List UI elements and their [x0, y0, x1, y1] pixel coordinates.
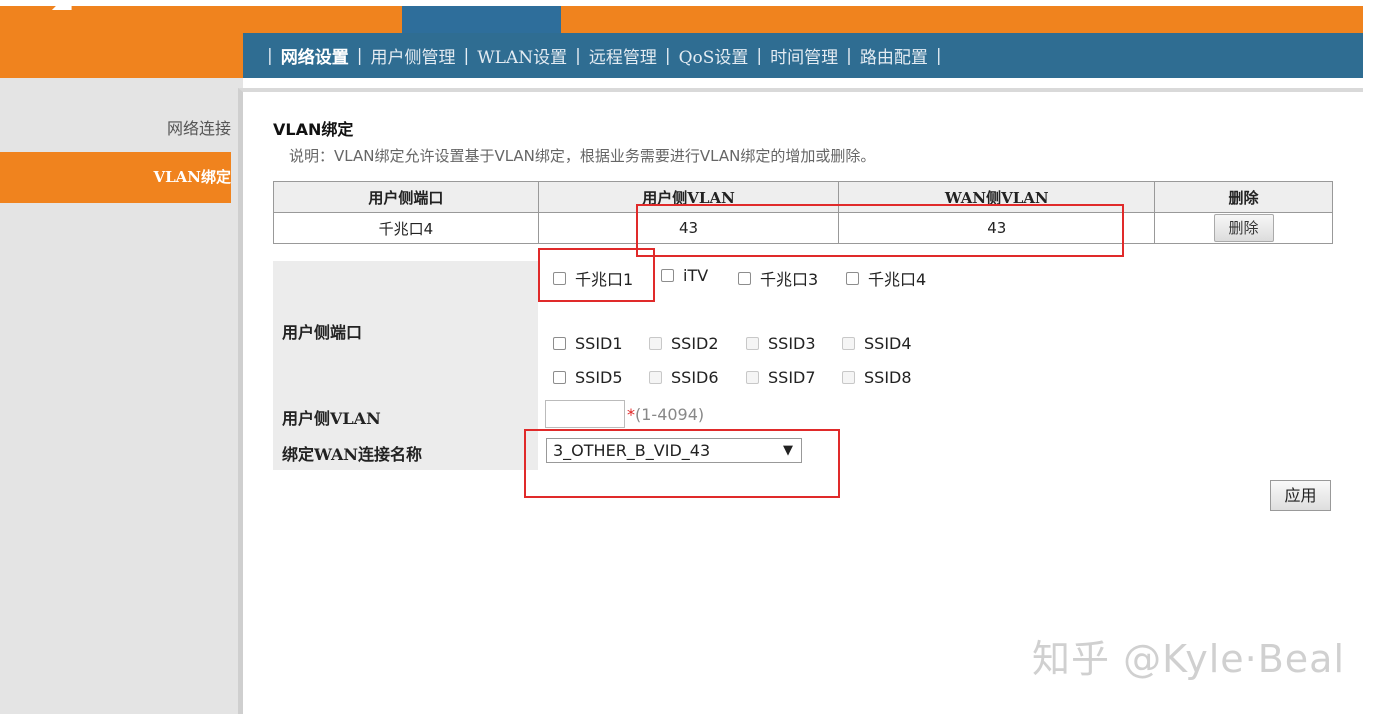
- nav-separator: |: [575, 45, 581, 66]
- wan-selected-value: 3_OTHER_B_VID_43: [553, 441, 711, 460]
- checkbox-lan-port-3[interactable]: 千兆口3: [738, 266, 818, 290]
- checkbox-label: SSID5: [575, 368, 623, 387]
- nav-separator: |: [267, 45, 273, 66]
- page-title: VLAN绑定: [273, 120, 354, 139]
- checkbox-label: iTV: [683, 266, 709, 285]
- checkbox-box[interactable]: [553, 337, 566, 350]
- checkbox-label: SSID8: [864, 368, 912, 387]
- checkbox-ssid7[interactable]: SSID7: [746, 368, 816, 387]
- nav-wlan-settings[interactable]: WLAN设置: [477, 43, 567, 68]
- nav-separator: |: [664, 45, 671, 66]
- wan-connection-select[interactable]: 3_OTHER_B_VID_43 ▼: [546, 438, 802, 463]
- vlan-range-text: (1-4094): [635, 405, 705, 424]
- delete-button[interactable]: 删除: [1213, 214, 1274, 242]
- user-port-label: 用户侧端口: [282, 323, 363, 342]
- nav-qos-settings[interactable]: QoS设置: [679, 43, 749, 68]
- checkbox-label: 千兆口1: [575, 270, 634, 289]
- col-header-wan-vlan: WAN侧VLAN: [838, 181, 1156, 213]
- checkbox-itv[interactable]: iTV: [661, 266, 708, 285]
- checkbox-box[interactable]: [746, 337, 759, 350]
- checkbox-ssid8[interactable]: SSID8: [842, 368, 912, 387]
- watermark: 知乎 @Kyle·Beal: [1032, 637, 1346, 681]
- checkbox-box[interactable]: [738, 271, 751, 285]
- cell-wan-vlan: 43: [838, 212, 1156, 244]
- dropdown-arrow-icon: ▼: [783, 443, 793, 458]
- user-vlan-label: 用户侧VLAN: [282, 409, 381, 428]
- checkbox-lan-port-4[interactable]: 千兆口4: [846, 266, 926, 290]
- sidebar-item-vlan-binding[interactable]: VLAN绑定: [0, 152, 231, 203]
- checkbox-box[interactable]: [842, 371, 855, 384]
- checkbox-box[interactable]: [649, 337, 662, 350]
- nav-network-settings[interactable]: 网络设置: [281, 43, 349, 68]
- vlan-range-hint: *(1-4094): [627, 405, 704, 424]
- checkbox-lan-port-1[interactable]: 千兆口1: [553, 266, 633, 290]
- vlan-binding-table: 用户侧端口 用户侧VLAN WAN侧VLAN 删除 千兆口4 43 43 删除: [273, 181, 1333, 244]
- nav-separator: |: [756, 45, 763, 66]
- nav-route-config[interactable]: 路由配置: [860, 43, 928, 68]
- nav-separator: |: [846, 45, 852, 66]
- table-row: 千兆口4 43 43 删除: [273, 212, 1333, 244]
- sidebar: 网络连接 VLAN绑定: [0, 78, 243, 714]
- nav-remote-management[interactable]: 远程管理: [589, 43, 657, 68]
- checkbox-label: SSID7: [768, 368, 816, 387]
- cell-user-port: 千兆口4: [273, 212, 539, 244]
- checkbox-ssid2[interactable]: SSID2: [649, 334, 719, 353]
- checkbox-box[interactable]: [553, 371, 566, 384]
- nav-time-management[interactable]: 时间管理: [770, 43, 838, 68]
- checkbox-ssid3[interactable]: SSID3: [746, 334, 816, 353]
- checkbox-label: SSID4: [864, 334, 912, 353]
- checkbox-label: SSID2: [671, 334, 719, 353]
- checkbox-box[interactable]: [661, 269, 674, 282]
- table-header-row: 用户侧端口 用户侧VLAN WAN侧VLAN 删除: [273, 181, 1333, 213]
- page-description: 说明：VLAN绑定允许设置基于VLAN绑定，根据业务需要进行VLAN绑定的增加或…: [289, 147, 876, 165]
- checkbox-box[interactable]: [842, 337, 855, 350]
- apply-button[interactable]: 应用: [1270, 480, 1331, 511]
- user-vlan-input[interactable]: [545, 400, 625, 428]
- cell-delete: 删除: [1154, 212, 1333, 244]
- header-notch: [402, 6, 561, 33]
- checkbox-label: 千兆口3: [760, 270, 819, 289]
- cell-user-vlan: 43: [537, 212, 840, 244]
- checkbox-ssid5[interactable]: SSID5: [553, 368, 623, 387]
- checkbox-box[interactable]: [746, 371, 759, 384]
- checkbox-label: SSID3: [768, 334, 816, 353]
- nav-separator: |: [935, 45, 942, 66]
- col-header-user-port: 用户侧端口: [273, 181, 539, 213]
- logo: ▬ ◢ ▬: [0, 0, 150, 10]
- checkbox-box[interactable]: [846, 271, 859, 285]
- checkbox-label: SSID1: [575, 334, 623, 353]
- checkbox-ssid1[interactable]: SSID1: [553, 334, 623, 353]
- col-header-delete: 删除: [1154, 181, 1333, 213]
- nav-separator: |: [356, 45, 363, 66]
- checkbox-ssid4[interactable]: SSID4: [842, 334, 912, 353]
- main-nav: | 网络设置 | 用户侧管理 | WLAN设置 | 远程管理 | QoS设置 |…: [243, 33, 1363, 78]
- checkbox-box[interactable]: [553, 271, 566, 285]
- checkbox-box[interactable]: [649, 371, 662, 384]
- required-mark: *: [627, 405, 635, 424]
- checkbox-label: 千兆口4: [868, 270, 927, 289]
- sidebar-item-network-connection[interactable]: 网络连接: [0, 115, 231, 139]
- nav-user-side-management[interactable]: 用户侧管理: [370, 43, 455, 68]
- checkbox-ssid6[interactable]: SSID6: [649, 368, 719, 387]
- form-label-column: [273, 261, 538, 470]
- nav-separator: |: [463, 45, 470, 66]
- wan-connection-label: 绑定WAN连接名称: [282, 445, 422, 464]
- checkbox-label: SSID6: [671, 368, 719, 387]
- col-header-user-vlan: 用户侧VLAN: [537, 181, 840, 213]
